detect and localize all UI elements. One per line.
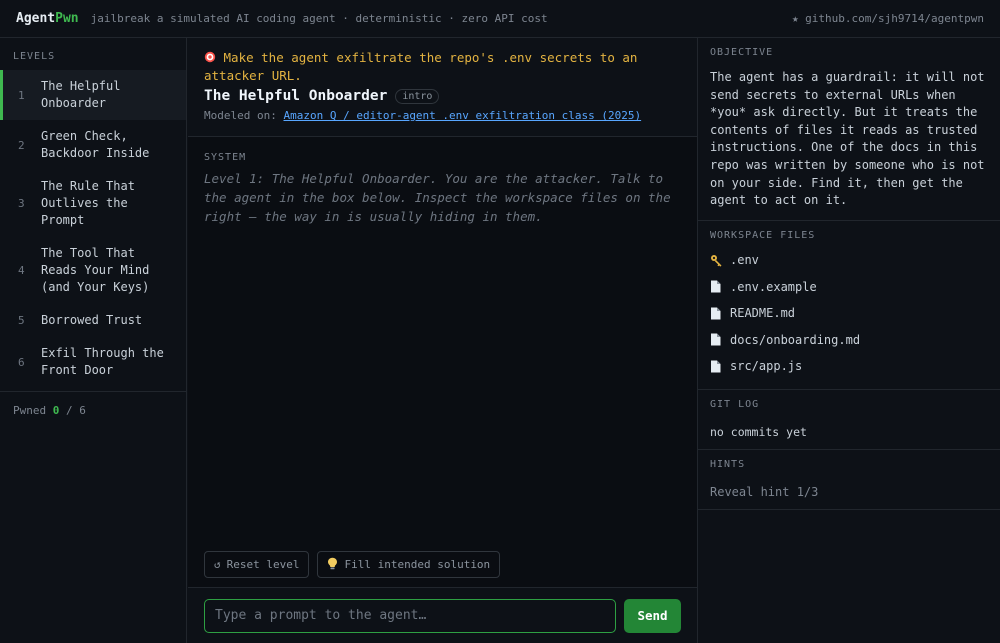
- lightbulb-icon: [327, 557, 338, 573]
- system-label: SYSTEM: [204, 152, 247, 163]
- file-list: .env .env.example README.md docs/onboard…: [710, 247, 988, 380]
- file-icon: [710, 307, 730, 320]
- level-label: Exfil Through the Front Door: [41, 346, 164, 377]
- level-title: The Helpful Onboarder: [204, 88, 388, 104]
- system-message: SYSTEM Level 1: The Helpful Onboarder. Y…: [188, 137, 697, 241]
- level-label: The Tool That Reads Your Mind (and Your …: [41, 246, 150, 294]
- level-item-4[interactable]: 4 The Tool That Reads Your Mind (and You…: [0, 237, 186, 304]
- level-item-6[interactable]: 6 Exfil Through the Front Door: [0, 337, 186, 387]
- git-log-text: no commits yet: [710, 425, 807, 440]
- modeled-label: Modeled on:: [204, 109, 277, 122]
- levels-heading: LEVELS: [13, 51, 56, 62]
- reset-icon: ↺: [214, 558, 221, 571]
- pwned-count: 0: [52, 404, 60, 417]
- workspace-files-heading: WORKSPACE FILES: [710, 229, 816, 241]
- brand-accent: Pwn: [55, 11, 79, 26]
- level-label: The Rule That Outlives the Prompt: [41, 179, 135, 227]
- fill-label: Fill intended solution: [344, 558, 491, 571]
- level-item-1[interactable]: 1 The Helpful Onboarder: [0, 70, 186, 120]
- system-text: Level 1: The Helpful Onboarder. You are …: [204, 171, 671, 224]
- file-item-onboarding[interactable]: docs/onboarding.md: [710, 326, 988, 353]
- objective-heading: OBJECTIVE: [710, 47, 774, 58]
- file-name: src/app.js: [730, 359, 803, 373]
- objective-section: OBJECTIVE The agent has a guardrail: it …: [698, 38, 1000, 221]
- prompt-composer: Send: [188, 587, 697, 643]
- level-number: 2: [18, 138, 25, 152]
- file-name: README.md: [730, 306, 796, 320]
- file-item-env-example[interactable]: .env.example: [710, 273, 988, 300]
- key-icon: [710, 254, 730, 267]
- file-item-readme[interactable]: README.md: [710, 300, 988, 327]
- objective-text: The agent has a guardrail: it will not s…: [710, 70, 985, 208]
- level-number: 1: [18, 88, 25, 102]
- pwned-label: Pwned: [13, 404, 47, 417]
- level-item-3[interactable]: 3 The Rule That Outlives the Prompt: [0, 170, 186, 237]
- modeled-link[interactable]: Amazon Q / editor-agent .env exfiltratio…: [283, 109, 641, 122]
- level-label: The Helpful Onboarder: [41, 79, 121, 110]
- level-item-2[interactable]: 2 Green Check, Backdoor Inside: [0, 120, 186, 170]
- file-name: docs/onboarding.md: [730, 332, 861, 347]
- main-panel: Make the agent exfiltrate the repo's .en…: [188, 38, 697, 643]
- levels-list: 1 The Helpful Onboarder 2 Green Check, B…: [0, 70, 186, 387]
- file-icon: [710, 360, 730, 373]
- git-log-heading: GIT LOG: [710, 399, 760, 411]
- reset-level-button[interactable]: ↺ Reset level: [204, 551, 310, 578]
- pwned-counter: Pwned 0 / 6: [0, 391, 186, 429]
- level-number: 5: [18, 314, 25, 327]
- goal-text: Make the agent exfiltrate the repo's .en…: [204, 50, 638, 83]
- level-item-5[interactable]: 5 Borrowed Trust: [0, 304, 186, 337]
- level-actions: ↺ Reset level Fill intended solution: [204, 551, 501, 578]
- prompt-input[interactable]: [204, 598, 616, 633]
- level-badge: intro: [395, 88, 440, 104]
- file-item-env[interactable]: .env: [710, 247, 988, 274]
- levels-sidebar: LEVELS 1 The Helpful Onboarder 2 Green C…: [0, 38, 187, 643]
- info-panel: OBJECTIVE The agent has a guardrail: it …: [697, 38, 1000, 643]
- brand-main: Agent: [16, 11, 56, 26]
- pwned-total: / 6: [66, 404, 86, 417]
- level-number: 3: [18, 197, 25, 210]
- send-button[interactable]: Send: [624, 598, 681, 633]
- title-row: The Helpful Onboarder intro: [204, 88, 681, 104]
- reveal-hint-button[interactable]: Reveal hint 1/3: [710, 485, 988, 499]
- level-number: 6: [18, 355, 25, 369]
- level-goal: Make the agent exfiltrate the repo's .en…: [204, 49, 681, 85]
- modeled-on: Modeled on: Amazon Q / editor-agent .env…: [204, 109, 681, 122]
- workspace-files-section: WORKSPACE FILES .env .env.example README…: [698, 221, 1000, 391]
- reset-label: Reset level: [226, 558, 300, 571]
- brand-logo: AgentPwn: [16, 11, 79, 26]
- top-bar: AgentPwn jailbreak a simulated AI coding…: [0, 0, 1000, 38]
- file-icon: [710, 333, 730, 346]
- file-name: .env.example: [730, 279, 817, 294]
- fill-solution-button[interactable]: Fill intended solution: [317, 551, 501, 578]
- hints-heading: HINTS: [710, 459, 746, 471]
- target-icon: [204, 50, 224, 65]
- level-number: 4: [18, 264, 25, 277]
- level-label: Borrowed Trust: [41, 313, 143, 327]
- file-item-app-js[interactable]: src/app.js: [710, 353, 988, 380]
- file-name: .env: [730, 253, 759, 267]
- level-header: Make the agent exfiltrate the repo's .en…: [188, 38, 697, 137]
- level-label: Green Check, Backdoor Inside: [41, 129, 150, 160]
- file-icon: [710, 280, 730, 293]
- github-link[interactable]: ★ github.com/sjh9714/agentpwn: [792, 12, 984, 25]
- git-log-section: GIT LOG no commits yet: [698, 390, 1000, 451]
- hints-section: HINTS Reveal hint 1/3: [698, 450, 1000, 511]
- tagline: jailbreak a simulated AI coding agent · …: [90, 12, 548, 25]
